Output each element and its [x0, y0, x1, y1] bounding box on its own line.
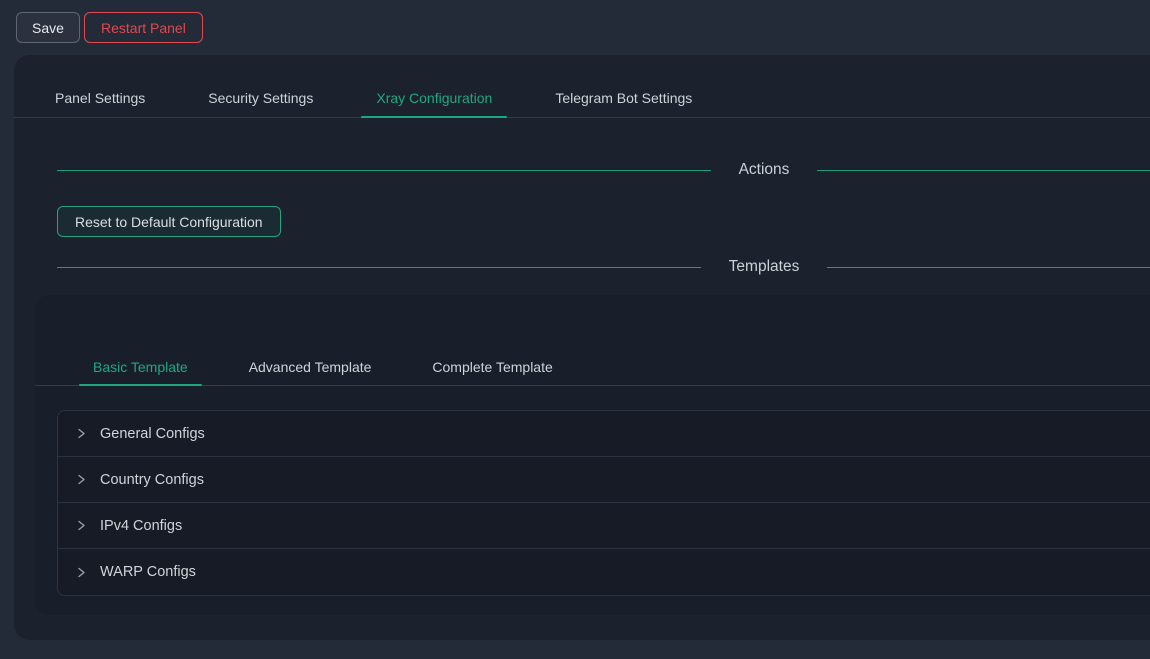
save-button[interactable]: Save [16, 12, 80, 43]
tab-panel-settings[interactable]: Panel Settings [40, 79, 160, 117]
chevron-right-icon [75, 427, 88, 440]
chevron-right-icon [75, 473, 88, 486]
tab-telegram-bot-settings[interactable]: Telegram Bot Settings [540, 79, 707, 117]
accordion-item-warp-configs[interactable]: WARP Configs [58, 549, 1150, 595]
templates-tabbar: Basic Template Advanced Template Complet… [35, 295, 1150, 386]
accordion-item-label: WARP Configs [100, 564, 196, 580]
settings-tabbar: Panel Settings Security Settings Xray Co… [14, 55, 1150, 118]
top-action-bar: Save Restart Panel [0, 0, 1150, 48]
tab-security-settings[interactable]: Security Settings [193, 79, 328, 117]
restart-panel-button[interactable]: Restart Panel [84, 12, 203, 43]
tab-basic-template[interactable]: Basic Template [79, 348, 202, 385]
tab-xray-configuration[interactable]: Xray Configuration [361, 79, 507, 117]
accordion-item-label: Country Configs [100, 472, 204, 488]
divider-line [57, 170, 711, 171]
tab-complete-template[interactable]: Complete Template [418, 348, 566, 385]
divider-line [57, 267, 701, 268]
templates-divider: Templates [14, 255, 1150, 279]
accordion-item-country-configs[interactable]: Country Configs [58, 457, 1150, 503]
actions-section-title: Actions [739, 161, 790, 179]
configs-accordion: General Configs Country Configs IPv4 Con… [57, 410, 1150, 596]
accordion-item-ipv4-configs[interactable]: IPv4 Configs [58, 503, 1150, 549]
actions-divider: Actions [14, 158, 1150, 182]
accordion-item-label: IPv4 Configs [100, 518, 182, 534]
chevron-right-icon [75, 566, 88, 579]
templates-section-title: Templates [729, 258, 800, 276]
accordion-item-general-configs[interactable]: General Configs [58, 411, 1150, 457]
accordion-item-label: General Configs [100, 426, 205, 442]
divider-line [827, 267, 1150, 268]
settings-card: Panel Settings Security Settings Xray Co… [14, 55, 1150, 640]
divider-line [817, 170, 1150, 171]
chevron-right-icon [75, 519, 88, 532]
tab-advanced-template[interactable]: Advanced Template [235, 348, 386, 385]
reset-to-default-button[interactable]: Reset to Default Configuration [57, 206, 281, 237]
templates-card: Basic Template Advanced Template Complet… [35, 295, 1150, 615]
